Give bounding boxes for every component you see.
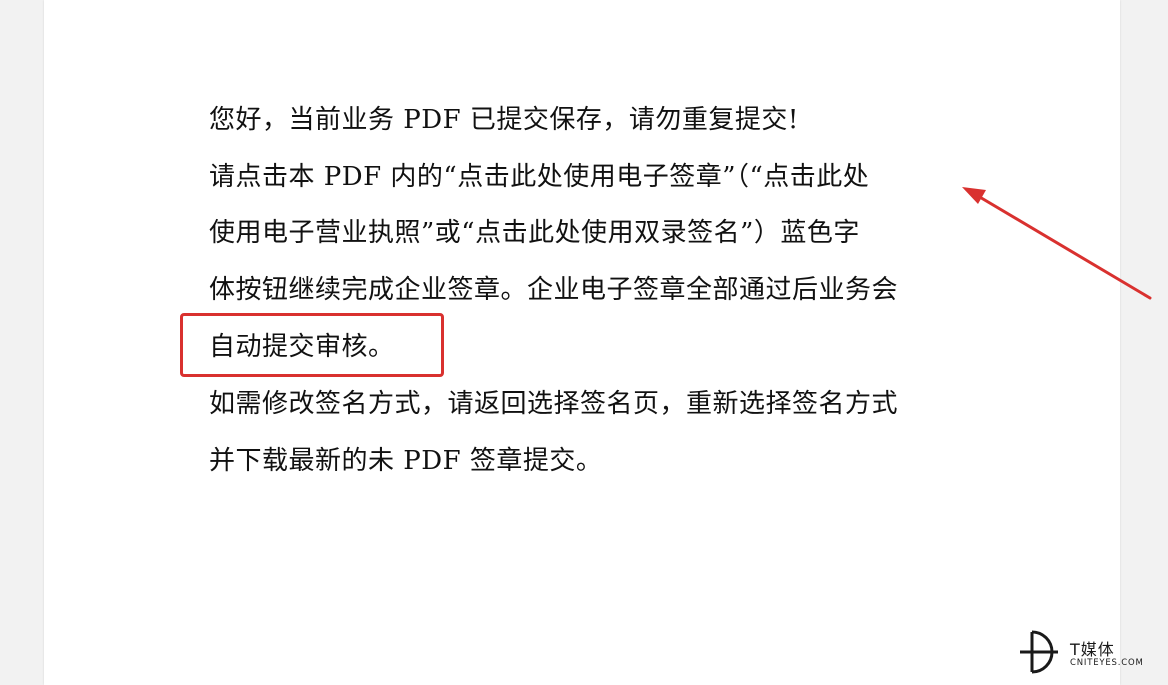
media-logo-icon — [1020, 630, 1058, 674]
notice-line-7: 并下载最新的未 PDF 签章提交。 — [209, 446, 603, 476]
watermark: T媒体 CNITEYES.COM — [1018, 626, 1163, 678]
notice-line-6: 如需修改签名方式，请返回选择签名页，重新选择签名方式 — [209, 389, 899, 419]
notice-line-1: 您好，当前业务 PDF 已提交保存，请勿重复提交! — [209, 105, 799, 135]
watermark-subtitle: CNITEYES.COM — [1070, 658, 1144, 668]
pdf-viewer: 您好，当前业务 PDF 已提交保存，请勿重复提交! 请点击本 PDF 内的“点击… — [0, 0, 1168, 685]
watermark-title: T媒体 — [1070, 640, 1115, 659]
pdf-page: 您好，当前业务 PDF 已提交保存，请勿重复提交! 请点击本 PDF 内的“点击… — [44, 0, 1120, 685]
highlight-box — [180, 313, 444, 377]
notice-line-2: 请点击本 PDF 内的“点击此处使用电子签章”（“点击此处 — [209, 162, 870, 192]
notice-line-4: 体按钮继续完成企业签章。企业电子签章全部通过后业务会 — [209, 275, 899, 305]
notice-line-3: 使用电子营业执照”或“点击此处使用双录签名”）蓝色字 — [209, 218, 860, 248]
